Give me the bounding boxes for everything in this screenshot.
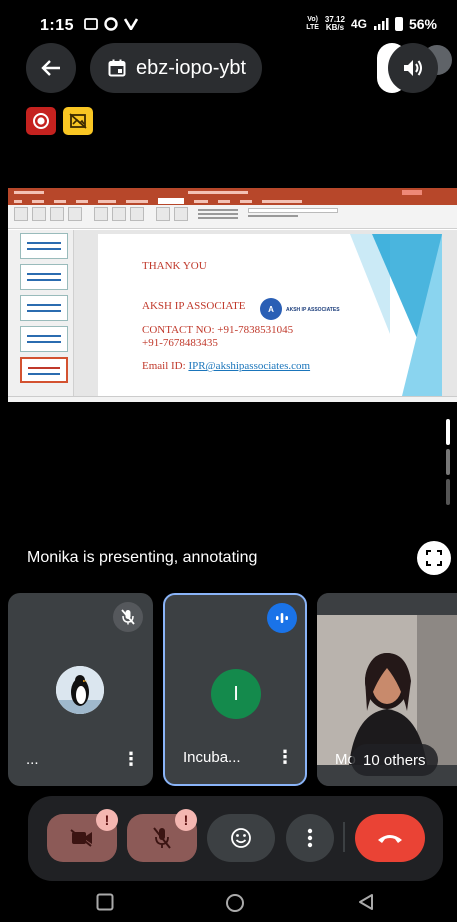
meeting-code: ebz-iopo-ybt — [136, 56, 247, 79]
fullscreen-button[interactable] — [417, 541, 451, 575]
slide-contact-1: CONTACT NO: +91-7838531045 — [142, 324, 294, 336]
triangle-back-icon — [359, 894, 373, 910]
mic-off-icon — [153, 827, 171, 849]
circle-app-icon — [104, 17, 118, 31]
clock: 1:15 — [40, 17, 75, 34]
more-options-icon[interactable]: ⋮ — [122, 749, 140, 770]
others-count-chip[interactable]: 10 others — [351, 744, 438, 776]
circle-icon — [226, 894, 244, 912]
participant-tile-2[interactable]: I Incuba... ⋮ — [163, 593, 307, 786]
avatar — [56, 666, 104, 714]
camera-off-icon — [70, 829, 92, 847]
signal-icon — [373, 18, 389, 30]
logo-text: AKSH IP ASSOCIATES — [286, 307, 340, 313]
network-type: 4G — [350, 17, 367, 31]
avatar: I — [211, 669, 261, 719]
slide-thumb[interactable] — [20, 295, 68, 321]
ppt-ribbon-tabs — [8, 197, 457, 205]
v-app-icon — [124, 18, 138, 30]
more-vertical-icon — [307, 828, 313, 848]
system-indicators: Vo) LTE 37.12 KB/s 4G 56% — [306, 15, 437, 33]
hang-up-icon — [378, 835, 402, 843]
current-slide: THANK YOU AKSH IP ASSOCIATE A AKSH IP AS… — [98, 234, 442, 396]
caption-off-button[interactable] — [63, 107, 93, 135]
battery-icon — [394, 17, 403, 31]
meeting-info-button[interactable]: ebz-iopo-ybt — [90, 43, 262, 93]
battery-level: 56% — [408, 16, 437, 32]
scroll-track — [446, 479, 450, 505]
record-icon — [33, 113, 49, 129]
volume-icon — [404, 60, 422, 76]
square-icon — [96, 893, 114, 911]
slide-contact-2: +91-7678483435 — [142, 337, 218, 349]
mic-muted-badge — [113, 602, 143, 632]
hide-image-icon — [69, 113, 87, 129]
fullscreen-icon — [426, 550, 442, 566]
more-options-button[interactable] — [286, 814, 334, 862]
shared-screen[interactable]: THANK YOU AKSH IP ASSOCIATE A AKSH IP AS… — [8, 188, 457, 402]
emoji-icon — [231, 828, 251, 848]
arrow-left-icon — [41, 60, 60, 76]
slide-thumb[interactable] — [20, 233, 68, 259]
recents-button[interactable] — [96, 893, 114, 916]
participant-name: Incuba... — [183, 749, 241, 766]
mic-alert-icon: ! — [175, 809, 197, 831]
reactions-button[interactable] — [207, 814, 275, 862]
slide-company: AKSH IP ASSOCIATE — [142, 300, 246, 312]
speaking-badge — [267, 603, 297, 633]
slide-email: Email ID: IPR@akshipassociates.com — [142, 360, 311, 372]
slide-title: THANK YOU — [142, 260, 207, 272]
ppt-statusbar — [8, 396, 457, 402]
speaker-button[interactable] — [388, 43, 438, 93]
end-call-button[interactable] — [355, 814, 425, 862]
mic-off-icon — [121, 609, 135, 625]
notification-icons — [84, 17, 138, 31]
camera-alert-icon: ! — [96, 809, 118, 831]
more-options-icon[interactable]: ⋮ — [276, 747, 294, 768]
scroll-track — [446, 449, 450, 475]
ppt-workspace: THANK YOU AKSH IP ASSOCIATE A AKSH IP AS… — [8, 230, 457, 396]
ppt-ribbon — [8, 205, 457, 229]
participant-name: ... — [26, 751, 39, 768]
calendar-icon — [108, 59, 126, 77]
penguin-icon — [56, 666, 104, 714]
presenting-status: Monika is presenting, annotating — [27, 549, 258, 566]
slide-thumbnails — [8, 230, 74, 396]
recording-button[interactable] — [26, 107, 56, 135]
ppt-titlebar — [8, 188, 457, 197]
scroll-indicator — [446, 419, 450, 445]
participant-tile-3[interactable]: Mo 10 others — [317, 593, 457, 786]
slide-thumb-selected[interactable] — [20, 357, 68, 383]
nav-back-button[interactable] — [357, 893, 375, 916]
company-logo-icon: A — [260, 298, 282, 320]
slide-thumb[interactable] — [20, 264, 68, 290]
audio-level-icon — [276, 613, 288, 623]
back-button[interactable] — [26, 43, 76, 93]
slide-thumb[interactable] — [20, 326, 68, 352]
participant-tile-1[interactable]: ... ⋮ — [8, 593, 153, 786]
home-button[interactable] — [225, 893, 245, 918]
controls-divider — [343, 822, 345, 852]
screencast-icon — [84, 18, 98, 30]
